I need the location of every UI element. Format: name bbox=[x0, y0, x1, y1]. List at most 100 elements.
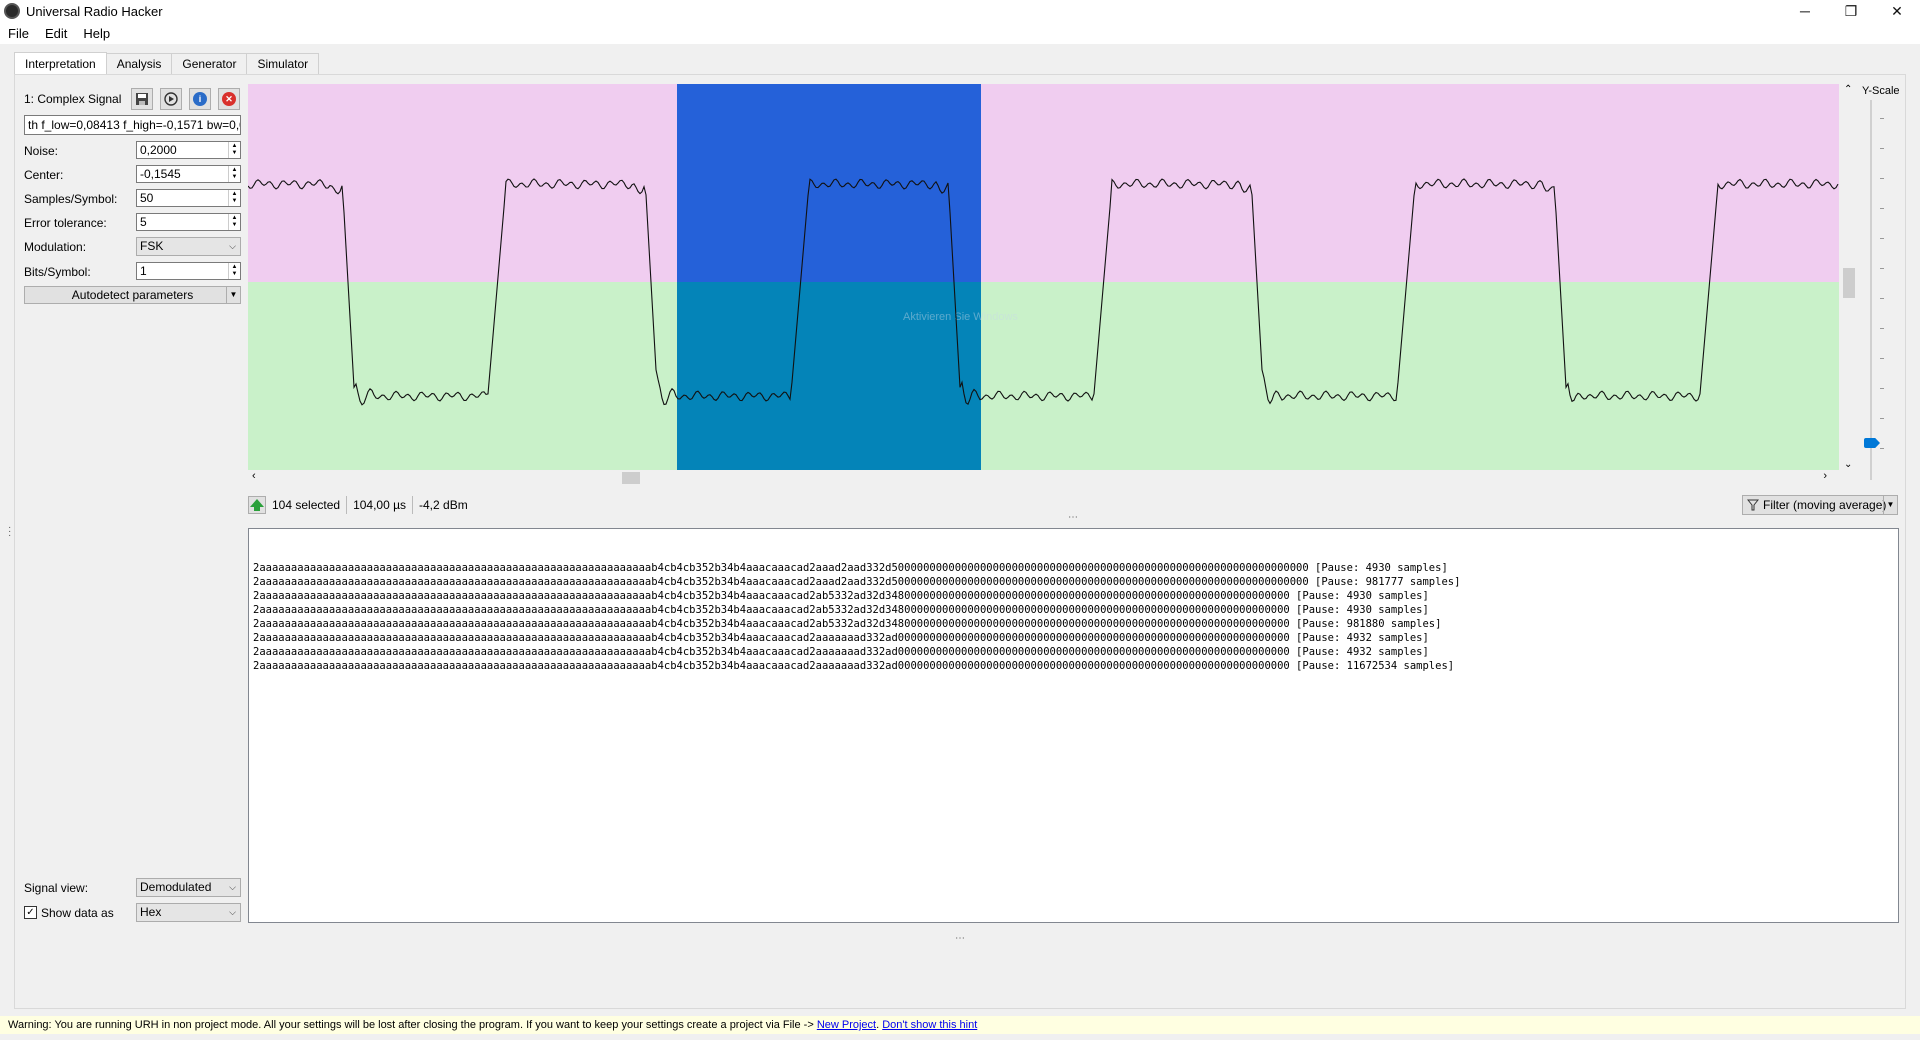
spin-arrows-icon[interactable]: ▲ ▼ bbox=[228, 190, 240, 206]
vertical-scroll-thumb[interactable] bbox=[1843, 268, 1855, 298]
chevron-down-icon: ⌵ bbox=[229, 241, 236, 251]
dropdown-arrow-icon[interactable]: ▼ bbox=[226, 287, 240, 303]
y-scale-tick bbox=[1880, 358, 1884, 359]
signal-view-select[interactable]: Demodulated ⌵ bbox=[136, 878, 241, 897]
samples-per-symbol-value: 50 bbox=[140, 191, 154, 205]
signal-info-button[interactable]: i bbox=[189, 88, 211, 110]
close-button[interactable]: ✕ bbox=[1874, 0, 1920, 22]
graph-horizontal-scrollbar[interactable]: ‹ › bbox=[248, 470, 1839, 486]
protocol-data-view[interactable]: 2aaaaaaaaaaaaaaaaaaaaaaaaaaaaaaaaaaaaaaa… bbox=[248, 528, 1899, 923]
tab-simulator[interactable]: Simulator bbox=[246, 53, 320, 74]
window-controls: ─ ❐ ✕ bbox=[1782, 0, 1920, 22]
graph-vertical-scrollbar[interactable]: ⌃ ⌄ bbox=[1842, 84, 1856, 470]
protocol-line[interactable]: 2aaaaaaaaaaaaaaaaaaaaaaaaaaaaaaaaaaaaaaa… bbox=[253, 645, 1894, 659]
protocol-line[interactable]: 2aaaaaaaaaaaaaaaaaaaaaaaaaaaaaaaaaaaaaaa… bbox=[253, 561, 1894, 575]
warning-text: Warning: You are running URH in non proj… bbox=[8, 1019, 817, 1031]
chevron-down-icon: ⌵ bbox=[229, 882, 236, 892]
y-scale-slider-track[interactable] bbox=[1870, 100, 1872, 480]
title-bar: Universal Radio Hacker ─ ❐ ✕ bbox=[0, 0, 1920, 22]
y-scale-tick bbox=[1880, 418, 1884, 419]
y-scale-label: Y-Scale bbox=[1862, 85, 1900, 97]
restore-button[interactable]: ❐ bbox=[1828, 0, 1874, 22]
lower-region bbox=[248, 282, 1839, 470]
signal-name[interactable]: 1: Complex Signal bbox=[24, 92, 124, 106]
show-data-format-select[interactable]: Hex ⌵ bbox=[136, 903, 241, 922]
upper-region bbox=[248, 84, 1839, 282]
show-data-checkbox[interactable]: ✓ bbox=[24, 906, 37, 919]
filter-dropdown-arrow-icon[interactable]: ▼ bbox=[1883, 496, 1897, 514]
non-project-warning-bar: Warning: You are running URH in non proj… bbox=[0, 1016, 1920, 1034]
y-scale-tick bbox=[1880, 328, 1884, 329]
close-signal-button[interactable]: ✕ bbox=[218, 88, 240, 110]
filter-funnel-icon bbox=[1747, 499, 1759, 511]
close-circle-icon: ✕ bbox=[222, 92, 236, 106]
protocol-line[interactable]: 2aaaaaaaaaaaaaaaaaaaaaaaaaaaaaaaaaaaaaaa… bbox=[253, 631, 1894, 645]
play-icon bbox=[164, 92, 178, 106]
spin-arrows-icon[interactable]: ▲ ▼ bbox=[228, 214, 240, 230]
scroll-right-icon[interactable]: › bbox=[1823, 470, 1827, 482]
signal-header: 1: Complex Signal i ✕ bbox=[24, 88, 240, 110]
left-panel-splitter-handle[interactable]: · · · bbox=[8, 523, 11, 541]
minimize-button[interactable]: ─ bbox=[1782, 0, 1828, 22]
protocol-line[interactable]: 2aaaaaaaaaaaaaaaaaaaaaaaaaaaaaaaaaaaaaaa… bbox=[253, 575, 1894, 589]
spin-arrows-icon[interactable]: ▲ ▼ bbox=[228, 142, 240, 158]
protocol-line[interactable]: 2aaaaaaaaaaaaaaaaaaaaaaaaaaaaaaaaaaaaaaa… bbox=[253, 617, 1894, 631]
modulation-label: Modulation: bbox=[24, 240, 87, 254]
samples-per-symbol-label: Samples/Symbol: bbox=[24, 192, 118, 206]
menu-edit[interactable]: Edit bbox=[37, 26, 75, 41]
tab-analysis[interactable]: Analysis bbox=[105, 53, 173, 74]
signal-view-value: Demodulated bbox=[140, 880, 212, 894]
menu-help[interactable]: Help bbox=[75, 26, 118, 41]
modulation-value: FSK bbox=[140, 239, 164, 253]
y-scale-tick bbox=[1880, 178, 1884, 179]
noise-spinbox[interactable]: 0,2000 ▲ ▼ bbox=[136, 141, 241, 159]
waveform-canvas[interactable]: Aktivieren Sie Windows bbox=[248, 84, 1839, 470]
filter-button-label: Filter (moving average) bbox=[1763, 498, 1887, 512]
tab-generator[interactable]: Generator bbox=[171, 53, 248, 74]
error-tolerance-spinbox[interactable]: 5 ▲ ▼ bbox=[136, 213, 241, 231]
scroll-up-icon[interactable]: ⌃ bbox=[1844, 84, 1852, 95]
graph-splitter-handle[interactable]: ⋯ bbox=[1068, 512, 1078, 523]
y-scale-tick bbox=[1880, 208, 1884, 209]
y-scale-tick bbox=[1880, 148, 1884, 149]
dont-show-hint-link[interactable]: Don't show this hint bbox=[882, 1019, 977, 1031]
menu-file[interactable]: File bbox=[0, 26, 37, 41]
save-signal-button[interactable] bbox=[131, 88, 153, 110]
new-project-link[interactable]: New Project bbox=[817, 1019, 876, 1031]
main-tabs: Interpretation Analysis Generator Simula… bbox=[14, 52, 320, 74]
activation-overlay: Aktivieren Sie Windows bbox=[903, 311, 1018, 323]
error-tolerance-label: Error tolerance: bbox=[24, 216, 107, 230]
y-scale-tick bbox=[1880, 118, 1884, 119]
tab-interpretation[interactable]: Interpretation bbox=[14, 52, 107, 74]
y-scale-tick bbox=[1880, 238, 1884, 239]
protocol-line[interactable]: 2aaaaaaaaaaaaaaaaaaaaaaaaaaaaaaaaaaaaaaa… bbox=[253, 603, 1894, 617]
protocol-splitter-handle[interactable]: ⋯ bbox=[955, 933, 965, 944]
filter-info-field[interactable]: th f_low=0,08413 f_high=-0,1571 bw=0,08 bbox=[24, 115, 241, 135]
status-divider bbox=[346, 496, 348, 514]
scroll-left-icon[interactable]: ‹ bbox=[252, 470, 256, 482]
bits-per-symbol-spinbox[interactable]: 1 ▲ ▼ bbox=[136, 262, 241, 280]
filter-button[interactable]: Filter (moving average) ▼ bbox=[1742, 495, 1898, 515]
y-scale-tick bbox=[1880, 268, 1884, 269]
modulation-select[interactable]: FSK ⌵ bbox=[136, 237, 241, 256]
selection-status-bar: 104 selected 104,00 µs -4,2 dBm bbox=[248, 494, 468, 516]
play-signal-button[interactable] bbox=[160, 88, 182, 110]
protocol-line[interactable]: 2aaaaaaaaaaaaaaaaaaaaaaaaaaaaaaaaaaaaaaa… bbox=[253, 659, 1894, 673]
scroll-thumb[interactable] bbox=[622, 472, 640, 484]
noise-value: 0,2000 bbox=[140, 143, 177, 157]
show-selection-button[interactable] bbox=[248, 496, 266, 514]
signal-graph[interactable]: Aktivieren Sie Windows bbox=[248, 84, 1839, 470]
window-title: Universal Radio Hacker bbox=[26, 3, 163, 19]
samples-per-symbol-spinbox[interactable]: 50 ▲ ▼ bbox=[136, 189, 241, 207]
protocol-line[interactable]: 2aaaaaaaaaaaaaaaaaaaaaaaaaaaaaaaaaaaaaaa… bbox=[253, 589, 1894, 603]
noise-label: Noise: bbox=[24, 144, 59, 158]
chevron-down-icon: ⌵ bbox=[229, 907, 236, 917]
center-spinbox[interactable]: -0,1545 ▲ ▼ bbox=[136, 165, 241, 183]
spin-arrows-icon[interactable]: ▲ ▼ bbox=[228, 166, 240, 182]
autodetect-parameters-button[interactable]: Autodetect parameters ▼ bbox=[24, 286, 241, 304]
spin-arrows-icon[interactable]: ▲ ▼ bbox=[228, 263, 240, 279]
selection-power: -4,2 dBm bbox=[419, 498, 468, 512]
center-value: -0,1545 bbox=[140, 167, 181, 181]
center-label: Center: bbox=[24, 168, 64, 182]
scroll-down-icon[interactable]: ⌄ bbox=[1844, 459, 1852, 470]
